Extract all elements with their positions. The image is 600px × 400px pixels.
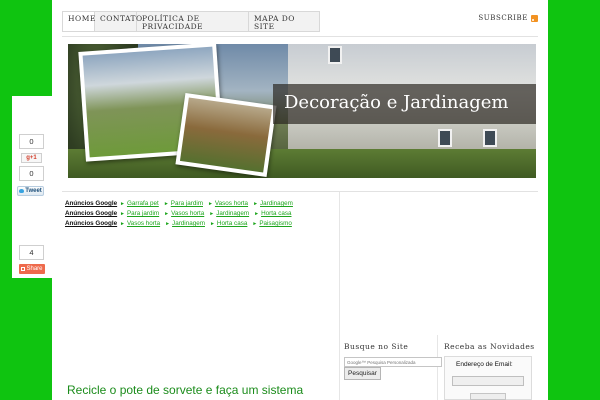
gplus-button[interactable]: g+1 — [21, 153, 42, 163]
email-field[interactable] — [452, 376, 524, 386]
nav-mapa-do-site[interactable]: Mapa do Site — [249, 12, 319, 31]
ad-link[interactable]: Jardinagem — [209, 209, 249, 219]
share-total-count: 4 — [19, 245, 44, 260]
house-window — [483, 129, 497, 147]
twitter-bird-icon — [19, 189, 25, 193]
share-icon — [21, 267, 26, 271]
ad-link[interactable]: Vasos horta — [208, 199, 248, 209]
banner-photo — [175, 92, 277, 178]
rss-icon — [531, 14, 538, 22]
house-window — [328, 46, 342, 64]
subscribe-link[interactable]: SUBSCRIBE — [478, 14, 538, 22]
email-label: Endereço de Email: — [456, 361, 513, 368]
house-window — [438, 129, 452, 147]
share-button[interactable]: Share — [19, 264, 45, 274]
newsletter-submit-button[interactable] — [470, 393, 506, 400]
ad-row: Anúncios Google Garrafa pet Para jardim … — [65, 199, 298, 209]
nav-home[interactable]: Home — [63, 12, 95, 31]
post-title[interactable]: Recicle o pote de sorvete e faça um sist… — [67, 383, 303, 397]
ad-label[interactable]: Anúncios Google — [65, 219, 120, 229]
tweet-button[interactable]: Tweet — [17, 186, 44, 196]
share-count: 0 — [19, 134, 44, 149]
tweet-label: Tweet — [25, 188, 42, 194]
nav-politica-privacidade[interactable]: Política de Privacidade — [137, 12, 249, 31]
ad-link[interactable]: Jardinagem — [165, 219, 205, 229]
tweet-count: 0 — [19, 166, 44, 181]
ad-link[interactable]: Horta casa — [254, 209, 291, 219]
ad-link[interactable]: Para jardim — [120, 209, 159, 219]
ad-link[interactable]: Jardinagem — [253, 199, 293, 209]
divider — [62, 191, 538, 192]
search-widget-title: Busque no Site — [344, 342, 409, 351]
ad-label[interactable]: Anúncios Google — [65, 199, 120, 209]
divider — [62, 36, 538, 37]
ad-row: Anúncios Google Para jardim Vasos horta … — [65, 209, 298, 219]
google-ads: Anúncios Google Garrafa pet Para jardim … — [65, 199, 298, 229]
share-label: Share — [26, 266, 43, 272]
column-divider — [437, 335, 438, 400]
ad-link[interactable]: Para jardim — [164, 199, 203, 209]
search-input[interactable] — [344, 357, 442, 367]
ad-link[interactable]: Vasos horta — [120, 219, 160, 229]
ad-link[interactable]: Garrafa pet — [120, 199, 159, 209]
ad-link[interactable]: Vasos horta — [164, 209, 204, 219]
header-banner[interactable]: Decoração e Jardinagem — [68, 44, 536, 178]
page-container: Home Contato Política de Privacidade Map… — [52, 0, 548, 400]
newsletter-widget-title: Receba as Novidades — [444, 342, 535, 351]
site-title: Decoração e Jardinagem — [284, 92, 509, 113]
nav-contato[interactable]: Contato — [95, 12, 142, 31]
top-nav: Home Contato Política de Privacidade Map… — [62, 11, 320, 32]
ad-label[interactable]: Anúncios Google — [65, 209, 120, 219]
ad-link[interactable]: Paisagismo — [252, 219, 292, 229]
ad-row: Anúncios Google Vasos horta Jardinagem H… — [65, 219, 298, 229]
subscribe-label: SUBSCRIBE — [478, 14, 528, 22]
ad-link[interactable]: Horta casa — [210, 219, 247, 229]
search-button[interactable]: Pesquisar — [344, 367, 381, 380]
column-divider — [339, 192, 340, 400]
